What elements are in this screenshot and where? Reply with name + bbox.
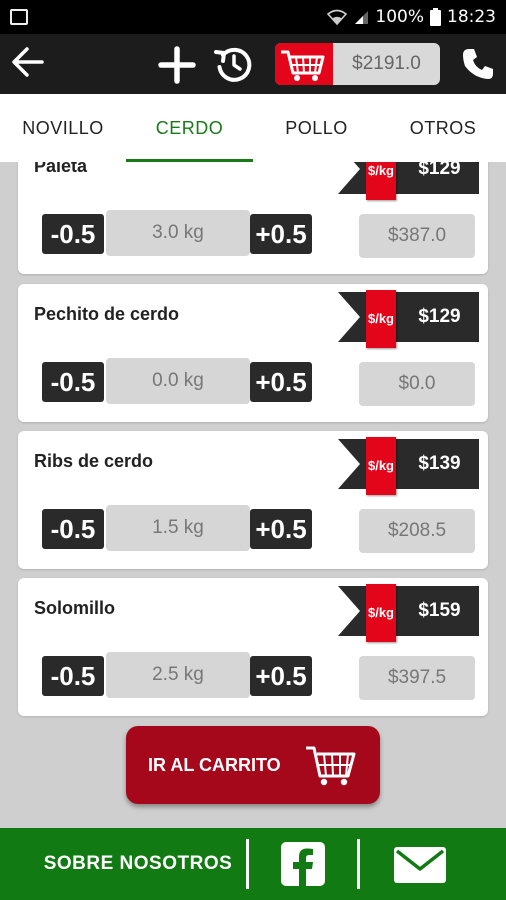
footer-divider <box>246 839 249 889</box>
tab-pollo[interactable]: POLLO <box>253 94 380 162</box>
quantity-field[interactable]: 1.5 kg <box>106 505 250 551</box>
product-list[interactable]: Paleta $/kg $129 -0.5 3.0 kg +0.5 $387.0… <box>0 162 506 728</box>
increase-button[interactable]: +0.5 <box>250 656 312 696</box>
quantity-field[interactable]: 0.0 kg <box>106 358 250 404</box>
battery-percent: 100% <box>375 7 424 27</box>
price-value: $129 <box>418 306 461 327</box>
subtotal: $0.0 <box>359 362 475 406</box>
wifi-icon <box>327 9 348 25</box>
decrease-button[interactable]: -0.5 <box>42 656 104 696</box>
facebook-icon[interactable] <box>281 842 325 886</box>
image-notification-icon <box>10 9 28 25</box>
shopping-cart-icon <box>281 50 325 81</box>
price-unit: $/kg <box>366 162 396 200</box>
price-unit: $/kg <box>366 584 396 642</box>
price-tag: $/kg $129 <box>338 162 479 200</box>
quantity-field[interactable]: 3.0 kg <box>106 210 250 256</box>
go-to-cart-label: IR AL CARRITO <box>148 755 281 775</box>
product-card: Solomillo $/kg $159 -0.5 2.5 kg +0.5 $39… <box>18 578 488 716</box>
price-tag: $/kg $159 <box>338 584 479 642</box>
product-card: Pechito de cerdo $/kg $129 -0.5 0.0 kg +… <box>18 284 488 422</box>
quantity-field[interactable]: 2.5 kg <box>106 652 250 698</box>
product-card: Ribs de cerdo $/kg $139 -0.5 1.5 kg +0.5… <box>18 431 488 569</box>
decrease-button[interactable]: -0.5 <box>42 214 104 254</box>
go-to-cart-button[interactable]: IR AL CARRITO <box>126 726 380 804</box>
plus-icon[interactable] <box>158 46 196 84</box>
cart-total-button[interactable]: $2191.0 <box>275 43 440 85</box>
decrease-button[interactable]: -0.5 <box>42 509 104 549</box>
subtotal: $208.5 <box>359 509 475 553</box>
price-value: $139 <box>418 453 461 474</box>
price-unit: $/kg <box>366 290 396 348</box>
mail-icon[interactable] <box>394 847 446 883</box>
tab-novillo[interactable]: NOVILLO <box>0 94 126 162</box>
shopping-cart-icon <box>306 746 356 786</box>
cart-total: $2191.0 <box>352 53 421 74</box>
price-unit: $/kg <box>366 437 396 495</box>
price-value: $159 <box>418 600 461 621</box>
phone-icon[interactable] <box>460 46 496 82</box>
app-bar: $2191.0 <box>0 34 506 94</box>
footer-divider <box>357 839 360 889</box>
subtotal: $397.5 <box>359 656 475 700</box>
footer-bar: SOBRE NOSOTROS <box>0 828 506 900</box>
signal-icon <box>355 11 369 24</box>
increase-button[interactable]: +0.5 <box>250 362 312 402</box>
about-us-link[interactable]: SOBRE NOSOTROS <box>40 828 236 900</box>
product-name: Pechito de cerdo <box>34 304 180 324</box>
decrease-button[interactable]: -0.5 <box>42 362 104 402</box>
subtotal: $387.0 <box>359 214 475 258</box>
product-name: Solomillo <box>34 598 115 618</box>
increase-button[interactable]: +0.5 <box>250 509 312 549</box>
status-bar: 100% 18:23 <box>0 0 506 34</box>
product-name: Paleta <box>34 162 88 176</box>
price-tag: $/kg $129 <box>338 290 479 348</box>
increase-button[interactable]: +0.5 <box>250 214 312 254</box>
product-name: Ribs de cerdo <box>34 451 154 471</box>
category-tabs: NOVILLO CERDO POLLO OTROS <box>0 94 506 162</box>
clock: 18:23 <box>447 7 496 27</box>
product-card: Paleta $/kg $129 -0.5 3.0 kg +0.5 $387.0 <box>18 162 488 274</box>
battery-icon <box>430 8 441 26</box>
history-icon[interactable] <box>213 43 255 85</box>
tab-otros[interactable]: OTROS <box>380 94 506 162</box>
price-value: $129 <box>418 162 461 179</box>
arrow-left-icon[interactable] <box>8 42 48 82</box>
tab-cerdo[interactable]: CERDO <box>126 94 253 162</box>
price-tag: $/kg $139 <box>338 437 479 495</box>
cart-icon-box <box>275 43 333 85</box>
